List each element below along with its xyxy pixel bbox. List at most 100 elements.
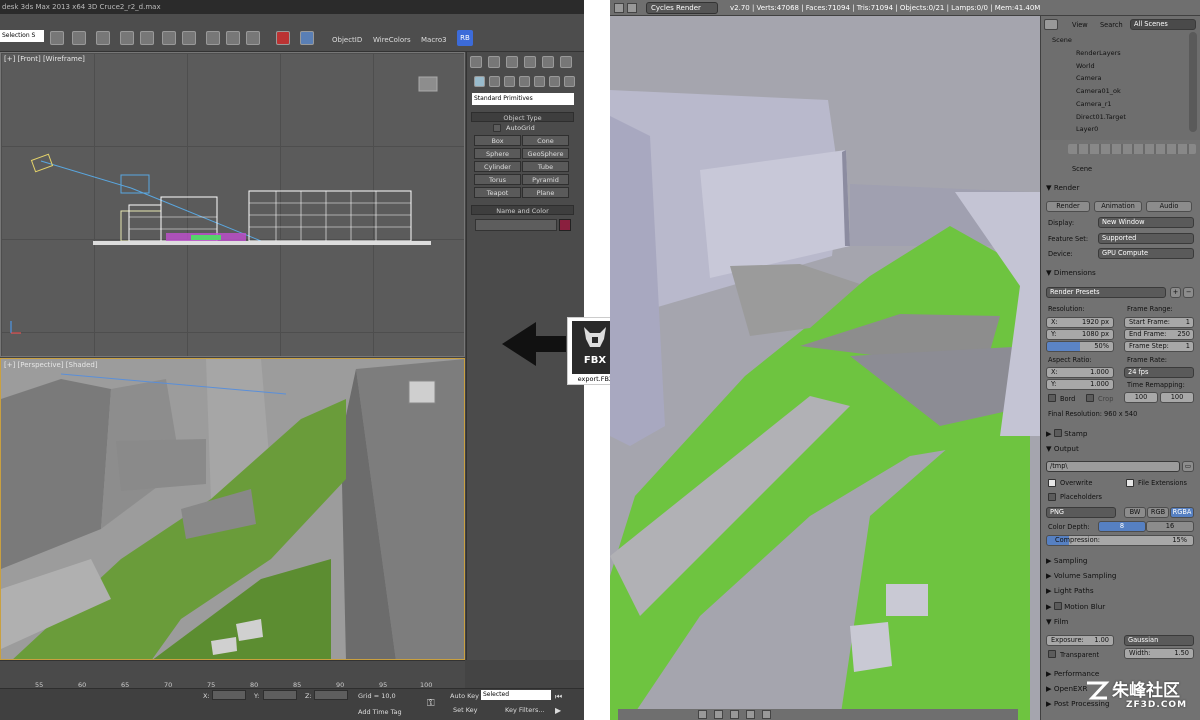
end-frame-field[interactable]: End Frame: 250 [1124,329,1194,340]
motion-tab-icon[interactable] [524,56,536,68]
outliner-item-scene[interactable]: Scene [1052,36,1072,44]
perspective-viewport[interactable]: [+] [Perspective] [Shaded] [0,358,465,660]
frame-step-field[interactable]: Frame Step: 1 [1124,341,1194,352]
hierarchy-tab-icon[interactable] [506,56,518,68]
cameras-icon[interactable] [519,76,530,87]
outliner-item-camera01[interactable]: Camera01_ok [1076,87,1121,95]
time-remap-new-field[interactable]: 100 [1160,392,1194,403]
pivot-icon[interactable] [762,710,771,719]
helpers-icon[interactable] [534,76,545,87]
mirror-icon[interactable] [50,31,64,45]
name-and-color-rollout[interactable]: Name and Color [471,205,574,215]
object-color-swatch[interactable] [559,219,571,231]
set-key-button[interactable]: Set Key [453,706,478,714]
overwrite-checkbox[interactable] [1048,479,1056,487]
depth-16-button[interactable]: 16 [1146,521,1194,532]
view-menu-icon[interactable] [698,710,707,719]
openexr-panel-header[interactable]: ▶ OpenEXR [1046,684,1087,693]
outliner-item-camera-r1[interactable]: Camera_r1 [1076,100,1112,108]
resolution-x-field[interactable]: X: 1920 px [1046,317,1114,328]
box-button[interactable]: Box [474,135,521,146]
outliner-search-menu[interactable]: Search [1100,21,1123,29]
compression-slider[interactable]: Compression: 15% [1046,535,1194,546]
plane-button[interactable]: Plane [522,187,569,198]
animation-button[interactable]: Animation [1094,201,1142,212]
transparent-checkbox[interactable] [1048,650,1056,658]
motion-blur-panel-header[interactable]: ▶ Motion Blur [1046,601,1105,611]
motion-blur-checkbox[interactable] [1053,602,1062,610]
file-extensions-checkbox[interactable] [1126,479,1134,487]
audio-button[interactable]: Audio [1146,201,1192,212]
dimensions-panel-header[interactable]: ▼ Dimensions [1046,268,1096,277]
exposure-field[interactable]: Exposure: 1.00 [1046,635,1114,646]
film-panel-header[interactable]: ▼ Film [1046,617,1068,626]
render-engine-dropdown[interactable]: Cycles Render [646,2,718,14]
display-tab-icon[interactable] [542,56,554,68]
aspect-x-field[interactable]: X: 1.000 [1046,367,1114,378]
output-panel-header[interactable]: ▼ Output [1046,444,1079,453]
create-tab-icon[interactable] [470,56,482,68]
output-path-field[interactable]: /tmp\ [1046,461,1180,472]
macro3-button[interactable]: Macro3 [421,36,447,44]
frame-rate-dropdown[interactable]: 24 fps [1124,367,1194,378]
script-icon[interactable] [276,31,290,45]
render-teapot-icon[interactable] [246,31,260,45]
timeline[interactable]: 55 60 65 70 75 80 85 90 95 100 [0,660,465,689]
key-filters-button[interactable]: Key Filters... [505,706,545,714]
torus-button[interactable]: Torus [474,174,521,185]
rb-button[interactable]: RB [457,30,473,46]
filter-width-field[interactable]: Width: 1.50 [1124,648,1194,659]
systems-icon[interactable] [564,76,575,87]
outliner-item-layer0[interactable]: Layer0 [1076,125,1098,133]
sampling-panel-header[interactable]: ▶ Sampling [1046,556,1087,565]
material-editor-icon[interactable] [182,31,196,45]
object-type-rollout[interactable]: Object Type [471,112,574,122]
rendered-frame-icon[interactable] [226,31,240,45]
light-paths-panel-header[interactable]: ▶ Light Paths [1046,586,1094,595]
curve-editor-icon[interactable] [140,31,154,45]
folder-icon[interactable]: ▭ [1182,461,1194,472]
tube-button[interactable]: Tube [522,161,569,172]
depth-8-button[interactable]: 8 [1098,521,1146,532]
front-viewport[interactable]: [+] [Front] [Wireframe] [0,52,465,357]
editor-type-icon[interactable] [614,3,624,13]
render-presets-dropdown[interactable]: Render Presets [1046,287,1166,298]
particle-icon[interactable] [300,31,314,45]
render-button[interactable]: Render [1046,201,1090,212]
shading-icon[interactable] [746,710,755,719]
geometry-icon[interactable] [474,76,485,87]
volume-sampling-panel-header[interactable]: ▶ Volume Sampling [1046,571,1116,580]
outliner-item-camera[interactable]: Camera [1076,74,1102,82]
blender-3d-viewport[interactable] [610,16,1040,720]
object-mode-icon[interactable] [730,710,739,719]
cylinder-button[interactable]: Cylinder [474,161,521,172]
teapot-button[interactable]: Teapot [474,187,521,198]
selection-set-dropdown[interactable]: Selection S [0,30,44,42]
pixel-filter-dropdown[interactable]: Gaussian [1124,635,1194,646]
outliner-display-dropdown[interactable]: All Scenes [1130,19,1196,30]
add-time-tag-button[interactable]: Add Time Tag [358,708,402,716]
placeholders-checkbox[interactable] [1048,493,1056,501]
resolution-percentage-slider[interactable]: 50% [1046,341,1114,352]
key-mode-dropdown[interactable]: Selected [481,690,551,700]
spacewarps-icon[interactable] [549,76,560,87]
y-coord-field[interactable] [263,690,297,700]
feature-set-dropdown[interactable]: Supported [1098,233,1194,244]
remove-preset-button[interactable]: − [1183,287,1194,298]
stamp-checkbox[interactable] [1053,429,1062,437]
object-name-field[interactable] [475,219,557,231]
layer-icon[interactable] [96,31,110,45]
cone-button[interactable]: Cone [522,135,569,146]
goto-start-icon[interactable]: ⏮ [555,692,562,702]
graph-editor-icon[interactable] [120,31,134,45]
x-coord-field[interactable] [212,690,246,700]
z-coord-field[interactable] [314,690,348,700]
geosphere-button[interactable]: GeoSphere [522,148,569,159]
resolution-y-field[interactable]: Y: 1080 px [1046,329,1114,340]
outliner-scrollbar[interactable] [1189,32,1197,132]
outliner-item-world[interactable]: World [1076,62,1095,70]
outliner-item-direct01[interactable]: Direct01.Target [1076,113,1126,121]
modify-tab-icon[interactable] [488,56,500,68]
play-icon[interactable]: ▶ [555,706,561,715]
auto-key-button[interactable]: Auto Key [450,692,479,700]
